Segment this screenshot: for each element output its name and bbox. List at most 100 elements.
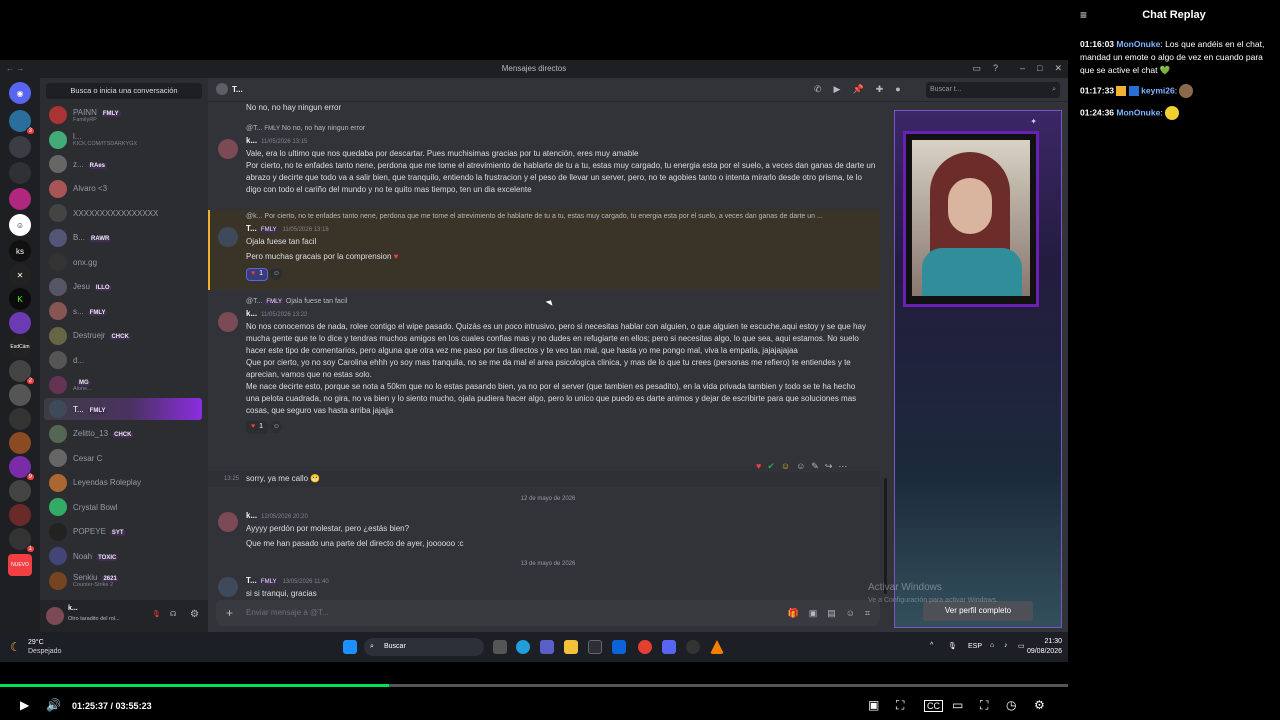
check-reaction-icon[interactable]: ✔ <box>767 461 775 472</box>
server-icon[interactable] <box>9 188 31 210</box>
reply-icon[interactable]: ↪ <box>825 461 833 472</box>
attach-plus-icon[interactable]: + <box>226 600 233 626</box>
help-icon[interactable]: ? <box>993 63 998 74</box>
dm-item[interactable]: PAINN FMLY FamilyRP <box>44 104 202 126</box>
avatar[interactable] <box>218 312 238 332</box>
avatar[interactable] <box>218 139 238 159</box>
message-row[interactable]: 13:25 sorry, ya me callo 😬 <box>208 473 878 485</box>
sticker-icon[interactable]: ▤ <box>827 600 836 626</box>
pinned-icon[interactable]: 📌 <box>852 84 863 95</box>
taskbar-search[interactable]: ⌕ Buscar <box>364 638 484 656</box>
smile-reaction-icon[interactable]: ☺ <box>781 461 790 472</box>
message-composer[interactable]: + Enviar mensaje a @T... 🎁 ▣ ▤ ☺ ⌗ <box>216 600 880 626</box>
dm-item[interactable]: Jesu ILLO <box>44 276 202 298</box>
volume-icon[interactable]: 🔊 <box>46 698 61 712</box>
chat-scrollbar[interactable] <box>884 478 887 594</box>
tray-chevron-icon[interactable]: ^ <box>930 642 933 649</box>
view-full-profile-button[interactable]: Ver perfil completo <box>923 601 1033 621</box>
reaction-heart[interactable]: ♥ 1 <box>246 267 269 281</box>
close-button[interactable]: ✕ <box>1054 63 1062 74</box>
dm-item[interactable]: Cesar C <box>44 447 202 469</box>
dm-item[interactable]: Noah TOXIC <box>44 545 202 567</box>
mail-icon[interactable] <box>612 640 626 654</box>
emoji-icon[interactable]: ☺ <box>846 600 855 626</box>
keyboard-language[interactable]: ESP <box>968 643 982 650</box>
gif-icon[interactable]: ▣ <box>809 600 818 626</box>
dm-item[interactable]: Zelitto_13 CHCK <box>44 423 202 445</box>
clip-icon[interactable]: ⛶ <box>896 698 904 713</box>
avatar[interactable] <box>218 577 238 597</box>
message-row[interactable]: @T... FMLY Ojala fuese tan facil k... 11/… <box>208 296 878 434</box>
play-icon[interactable]: ▶ <box>20 698 29 712</box>
server-icon[interactable] <box>9 480 31 502</box>
message-author[interactable]: T... <box>246 224 257 233</box>
speaker-icon[interactable]: ♪ <box>1004 642 1008 649</box>
message-author[interactable]: T... <box>246 576 257 585</box>
server-icon[interactable] <box>9 312 31 334</box>
miniplayer-icon[interactable]: ▣ <box>868 698 879 712</box>
dm-item[interactable]: T... FMLY <box>44 398 202 420</box>
add-reaction-icon[interactable]: ☺ <box>270 421 283 433</box>
server-icon[interactable]: 3 <box>9 110 35 135</box>
settings-gear-icon[interactable]: ⚙ <box>190 609 199 620</box>
server-icon[interactable]: ☺ <box>9 214 31 236</box>
server-icon[interactable] <box>9 432 31 454</box>
theater-icon[interactable]: ▭ <box>952 698 963 712</box>
app-icon[interactable] <box>686 640 700 654</box>
dm-item[interactable]: MG Alone... <box>44 374 202 396</box>
dm-item[interactable]: XXXXXXXXXXXXXXXX <box>44 202 202 224</box>
fullscreen-icon[interactable]: ⛶ <box>980 698 988 713</box>
dm-item[interactable]: l... KICK.COM/ITSDARKYGX <box>44 129 202 151</box>
speed-icon[interactable]: ◷ <box>1006 698 1016 712</box>
vlc-icon[interactable] <box>710 640 724 654</box>
dm-item[interactable]: s... FMLY <box>44 300 202 322</box>
taskbar-date[interactable]: 09/08/2026 <box>1020 648 1062 655</box>
discord-home-icon[interactable]: ◉ <box>9 82 31 104</box>
mute-mic-icon[interactable]: 🎙 <box>152 610 161 618</box>
edit-icon[interactable]: ✎ <box>811 461 819 472</box>
mic-tray-icon[interactable]: 🎙 <box>948 642 957 650</box>
message-author[interactable]: k... <box>246 136 257 145</box>
server-icon[interactable]: EsdCám <box>9 336 31 358</box>
server-icon[interactable] <box>9 384 31 406</box>
server-icon[interactable] <box>9 504 31 526</box>
message-row[interactable]: @T... FMLY No no, no hay ningun error k.… <box>208 123 878 196</box>
replay-user[interactable]: keymi26 <box>1141 85 1175 95</box>
settings-gear-icon[interactable]: ⚙ <box>1034 698 1045 712</box>
message-author[interactable]: k... <box>246 511 257 520</box>
wifi-icon[interactable]: ⌂ <box>990 642 994 649</box>
taskbar-time[interactable]: 21:30 <box>1036 638 1062 645</box>
dm-item[interactable]: z... RAes <box>44 153 202 175</box>
discord-taskbar-icon[interactable] <box>662 640 676 654</box>
add-reaction-icon[interactable]: ☺ <box>270 268 283 280</box>
message-row[interactable]: T... FMLY 13/05/2026 11:40 si si tranqui,… <box>208 575 878 600</box>
kick-server-icon[interactable]: K <box>9 288 31 310</box>
windows-start-icon[interactable] <box>343 640 357 654</box>
dm-item[interactable]: B... RAWR <box>44 227 202 249</box>
replay-user[interactable]: MonOnuke <box>1116 39 1160 49</box>
message-row[interactable]: @k... Por cierto, no te enfades tanto ne… <box>208 211 878 281</box>
voice-call-icon[interactable]: ✆ <box>814 84 822 95</box>
gift-icon[interactable]: 🎁 <box>787 600 798 626</box>
dm-item[interactable]: Crystal Bowl <box>44 496 202 518</box>
store-icon[interactable] <box>588 640 602 654</box>
server-icon[interactable]: 2 <box>9 360 35 385</box>
collapse-icon[interactable]: ≡ <box>1080 0 1087 30</box>
user-profile-icon[interactable]: ● <box>895 84 900 95</box>
reaction-heart[interactable]: ♥ 1 <box>246 420 269 434</box>
dm-item[interactable]: Destruejr CHCK <box>44 325 202 347</box>
chat-search-input[interactable]: Buscar t... ⌕ <box>926 82 1060 98</box>
inbox-icon[interactable]: ▭ <box>972 63 981 74</box>
edge-icon[interactable] <box>516 640 530 654</box>
message-row[interactable]: k... 12/05/2026 20:20 Ayyyy perdón por mo… <box>208 510 878 550</box>
more-icon[interactable]: ⋯ <box>838 461 847 472</box>
dm-item[interactable]: Leyendas Roleplay <box>44 472 202 494</box>
dm-item[interactable]: d... <box>44 349 202 371</box>
server-icon[interactable] <box>9 136 31 158</box>
message-author[interactable]: k... <box>246 309 257 318</box>
chrome-icon[interactable] <box>638 640 652 654</box>
dm-item[interactable]: onx.gg <box>44 251 202 273</box>
add-friends-icon[interactable]: ✚ <box>876 84 884 95</box>
dm-item[interactable]: Senkiu 2621 Counter-Strike 2 <box>44 570 202 592</box>
captions-icon[interactable]: CC <box>924 700 943 712</box>
